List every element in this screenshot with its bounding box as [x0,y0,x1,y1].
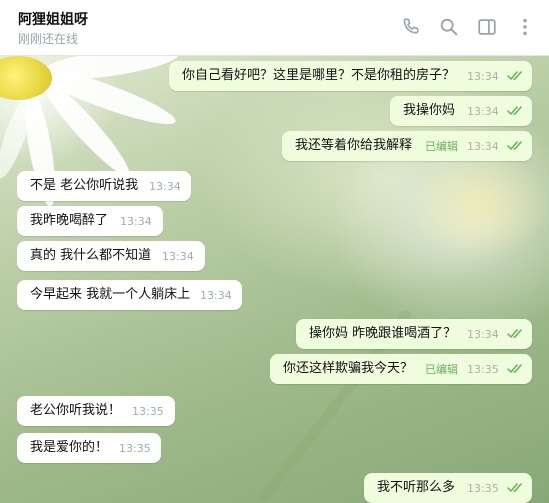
more-icon[interactable] [514,16,536,38]
contact-name[interactable]: 阿狸姐姐呀 [18,9,88,29]
chat-area[interactable]: 你自己看好吧？这里是哪里？不是你租的房子？ 13:34 我操你妈 13:34 我… [0,56,549,503]
double-check-icon [507,329,522,338]
double-check-icon [507,483,522,492]
sidebar-icon[interactable] [476,16,498,38]
double-check-icon [507,141,522,150]
message-incoming[interactable]: 老公你听我说！ 13:35 [17,396,175,426]
daisy-center [0,56,52,100]
message-time: 13:34 [162,250,194,263]
message-time: 13:34 [467,70,499,83]
message-time: 13:34 [467,105,499,118]
message-text: 我昨晚喝醉了 [30,213,109,228]
message-text: 真的 我什么都不知道 [30,248,152,263]
message-text: 我还等着你给我解释 [295,138,413,153]
message-outgoing[interactable]: 我还等着你给我解释 已编辑 13:34 [282,131,532,161]
double-check-icon [507,106,522,115]
message-outgoing[interactable]: 你还这样欺骗我今天？ 已编辑 13:35 [270,354,532,384]
message-time: 13:34 [149,180,181,193]
message-time: 13:35 [132,405,164,418]
message-text: 不是 老公你听说我 [30,178,139,193]
message-time: 13:35 [467,363,499,376]
chat-header: 阿狸姐姐呀 刚刚还在线 [0,0,549,56]
message-outgoing[interactable]: 操你妈 昨晚跟谁喝酒了？ 13:34 [296,319,532,349]
message-text: 今早起来 我就一个人躺床上 [30,287,191,302]
message-time: 13:34 [467,140,499,153]
search-icon[interactable] [438,16,460,38]
message-outgoing[interactable]: 我不听那么多 13:35 [364,473,532,503]
message-incoming[interactable]: 我昨晚喝醉了 13:34 [17,206,163,236]
message-text: 操你妈 昨晚跟谁喝酒了？ [309,326,457,341]
message-incoming[interactable]: 不是 老公你听说我 13:34 [17,171,191,201]
message-text: 我操你妈 [403,103,456,118]
message-time: 13:34 [120,215,152,228]
double-check-icon [507,71,522,80]
message-incoming[interactable]: 真的 我什么都不知道 13:34 [17,241,205,271]
message-time: 13:34 [200,289,232,302]
contact-status: 刚刚还在线 [18,32,79,46]
message-text: 你还这样欺骗我今天？ [283,361,414,376]
message-time: 13:35 [467,482,499,495]
phone-icon[interactable] [400,16,422,38]
message-incoming[interactable]: 今早起来 我就一个人躺床上 13:34 [17,280,242,310]
edited-label: 已编辑 [425,140,458,153]
message-text: 我是爱你的！ [30,440,109,455]
edited-label: 已编辑 [425,363,458,376]
message-outgoing[interactable]: 你自己看好吧？这里是哪里？不是你租的房子？ 13:34 [169,61,532,91]
message-text: 老公你听我说！ [30,403,122,418]
message-time: 13:34 [467,328,499,341]
message-time: 13:35 [119,442,151,455]
message-text: 你自己看好吧？这里是哪里？不是你租的房子？ [182,68,456,83]
message-text: 我不听那么多 [377,480,456,495]
double-check-icon [507,364,522,373]
message-incoming[interactable]: 我是爱你的！ 13:35 [17,433,161,463]
message-outgoing[interactable]: 我操你妈 13:34 [390,96,532,126]
